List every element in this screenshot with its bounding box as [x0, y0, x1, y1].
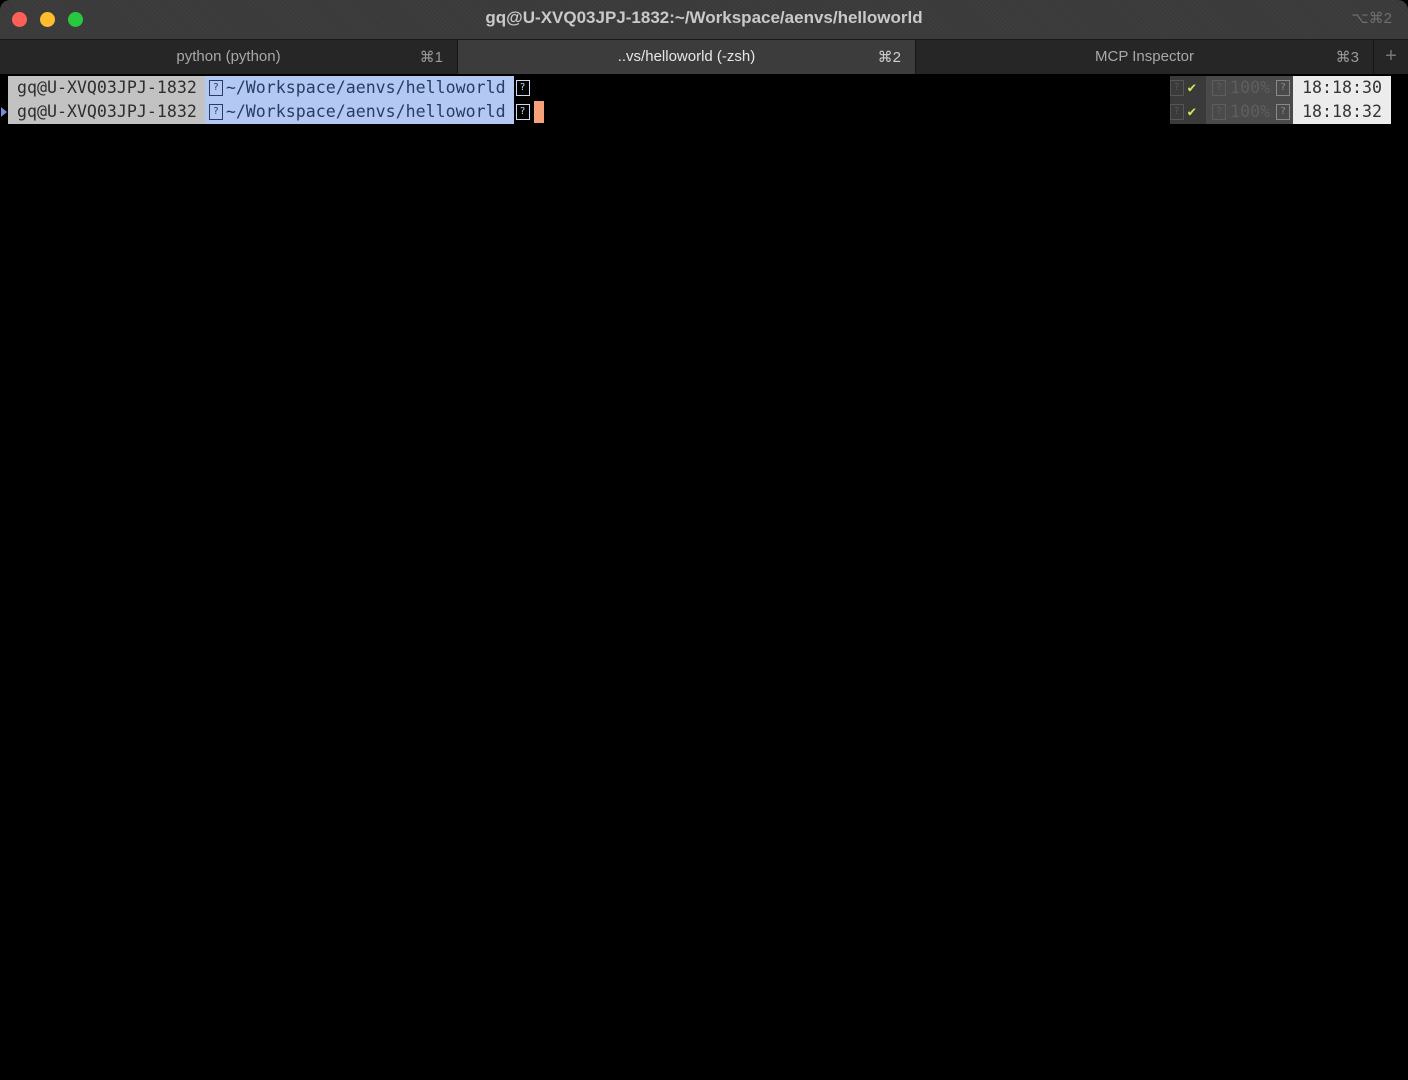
prompt-arrow-icon: ?	[515, 80, 530, 96]
tab-label: python (python)	[176, 48, 281, 65]
current-prompt-marker	[1, 107, 7, 117]
tab-helloworld-zsh[interactable]: ..vs/helloworld (-zsh) ⌘2	[458, 40, 916, 74]
exit-status-segment: ? ✔	[1169, 100, 1207, 124]
history-segment: ? 100%	[1206, 100, 1277, 124]
history-percent: 100%	[1230, 102, 1271, 121]
clock-icon: ?	[1276, 104, 1291, 120]
separator-icon: ?	[1212, 104, 1227, 120]
prompt-time: 18:18:32	[1293, 100, 1391, 124]
terminal-content[interactable]: gq@U-XVQ03JPJ-1832 ? ~/Workspace/aenvs/h…	[0, 74, 1408, 1080]
tab-shortcut: ⌘1	[419, 49, 443, 66]
prompt-path-segment: ? ~/Workspace/aenvs/helloworld	[204, 100, 514, 124]
prompt-arrow-icon: ?	[515, 104, 530, 120]
title-bar[interactable]: gq@U-XVQ03JPJ-1832:~/Workspace/aenvs/hel…	[0, 0, 1408, 39]
tab-label: ..vs/helloworld (-zsh)	[617, 48, 756, 65]
window-title: gq@U-XVQ03JPJ-1832:~/Workspace/aenvs/hel…	[485, 8, 923, 27]
history-percent: 100%	[1230, 78, 1271, 97]
separator-icon: ?	[1169, 80, 1184, 96]
folder-icon: ?	[208, 104, 223, 120]
terminal-window: gq@U-XVQ03JPJ-1832:~/Workspace/aenvs/hel…	[0, 0, 1408, 1080]
window-shortcut: ⌥⌘2	[1351, 10, 1392, 27]
time-separator: ?	[1276, 76, 1294, 100]
time-separator: ?	[1276, 100, 1294, 124]
prompt-path-segment: ? ~/Workspace/aenvs/helloworld	[204, 76, 514, 100]
right-prompt: ? ✔ ? 100% ? 18:18:32	[1169, 100, 1391, 124]
separator-icon: ?	[1212, 80, 1227, 96]
folder-icon: ?	[208, 80, 223, 96]
prompt-line: gq@U-XVQ03JPJ-1832 ? ~/Workspace/aenvs/h…	[8, 76, 530, 100]
text-cursor[interactable]	[533, 101, 544, 123]
check-icon: ✔	[1187, 104, 1197, 120]
tab-mcp-inspector[interactable]: MCP Inspector ⌘3	[916, 40, 1374, 74]
prompt-path: ~/Workspace/aenvs/helloworld	[225, 78, 506, 97]
check-icon: ✔	[1187, 80, 1197, 96]
tab-python[interactable]: python (python) ⌘1	[0, 40, 458, 74]
history-segment: ? 100%	[1206, 76, 1277, 100]
separator-icon: ?	[1169, 104, 1184, 120]
prompt-end-segment: ?	[513, 76, 530, 100]
prompt-time: 18:18:30	[1293, 76, 1391, 100]
tab-shortcut: ⌘2	[877, 49, 901, 66]
new-tab-button[interactable]: +	[1374, 40, 1408, 74]
tab-bar: python (python) ⌘1 ..vs/helloworld (-zsh…	[0, 39, 1408, 74]
exit-status-segment: ? ✔	[1169, 76, 1207, 100]
prompt-line: gq@U-XVQ03JPJ-1832 ? ~/Workspace/aenvs/h…	[8, 100, 544, 124]
prompt-user-host: gq@U-XVQ03JPJ-1832	[8, 76, 205, 100]
prompt-path: ~/Workspace/aenvs/helloworld	[225, 102, 506, 121]
prompt-end-segment: ?	[513, 100, 544, 124]
tab-shortcut: ⌘3	[1335, 49, 1359, 66]
tab-label: MCP Inspector	[1095, 48, 1194, 65]
clock-icon: ?	[1276, 80, 1291, 96]
right-prompt: ? ✔ ? 100% ? 18:18:30	[1169, 76, 1391, 100]
prompt-user-host: gq@U-XVQ03JPJ-1832	[8, 100, 205, 124]
